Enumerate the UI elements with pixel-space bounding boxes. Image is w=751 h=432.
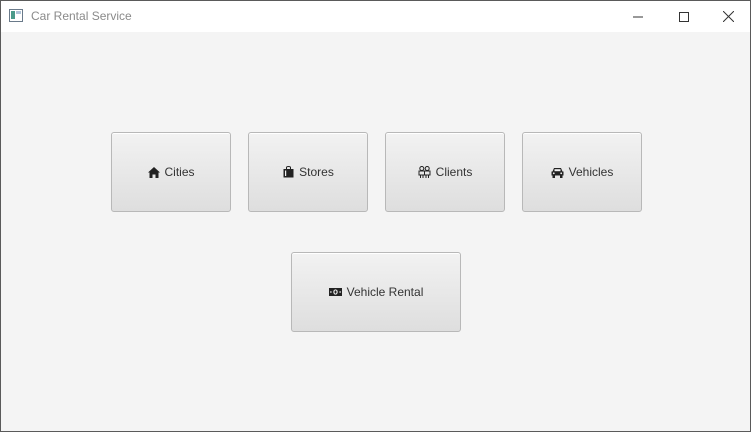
app-icon [9,9,23,22]
stores-button[interactable]: Stores [248,132,368,212]
close-button[interactable] [705,1,750,32]
vehicle-rental-label: Vehicle Rental [346,285,424,299]
app-window: Car Rental Service Cities Stores Clients… [0,0,751,432]
title-bar[interactable]: Car Rental Service [1,1,750,32]
money-icon [329,286,343,298]
window-title: Car Rental Service [31,9,132,23]
car-icon [551,166,565,178]
shopping-bag-icon [282,166,295,178]
minimize-icon [633,16,643,17]
clients-button[interactable]: Clients [385,132,505,212]
stores-label: Stores [299,165,334,179]
vehicles-button[interactable]: Vehicles [522,132,642,212]
cities-label: Cities [164,165,195,179]
main-content: Cities Stores Clients Vehicles Vehicle R… [1,32,750,431]
users-icon [418,166,432,178]
home-icon [147,166,160,178]
vehicle-rental-button[interactable]: Vehicle Rental [291,252,461,332]
clients-label: Clients [435,165,473,179]
maximize-icon [679,11,689,22]
maximize-button[interactable] [661,1,707,32]
close-icon [722,11,734,22]
cities-button[interactable]: Cities [111,132,231,212]
minimize-button[interactable] [615,1,661,32]
vehicles-label: Vehicles [568,165,614,179]
